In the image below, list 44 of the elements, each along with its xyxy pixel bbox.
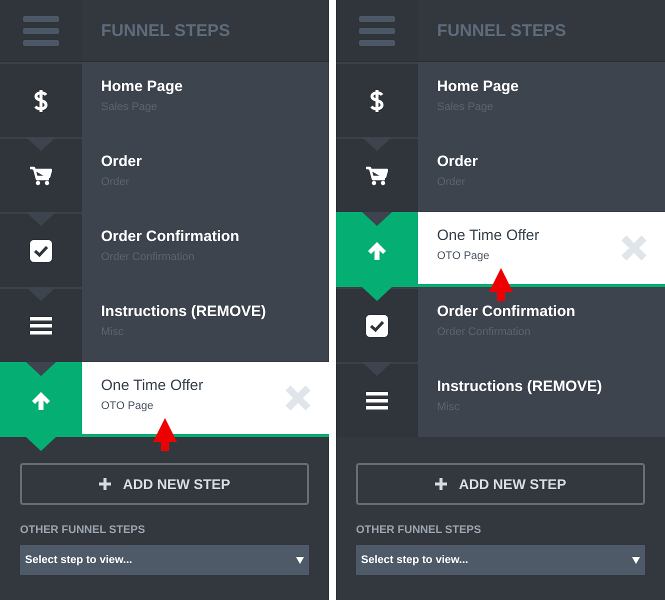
checkbox-icon — [30, 240, 52, 262]
menu-icon[interactable] — [359, 16, 395, 46]
step-title: Instructions (REMOVE) — [437, 378, 604, 395]
checkbox-icon — [366, 314, 388, 336]
arrow-drawing — [153, 418, 177, 451]
dropdown-caret-icon — [296, 556, 304, 564]
step-select[interactable]: Select step to view... — [20, 545, 309, 575]
list-icon — [366, 392, 388, 410]
step-title: Order — [437, 153, 479, 170]
step-title: Home Page — [101, 78, 184, 95]
step-title: Order — [101, 153, 143, 170]
section-label: OTHER FUNNEL STEPS — [356, 524, 482, 536]
step-title: Home Page — [437, 78, 520, 95]
panel-title: FUNNEL STEPS — [101, 20, 230, 40]
pointer-notch-icon — [362, 287, 392, 301]
step-title: One Time Offer — [101, 376, 204, 394]
dropdown-caret-icon — [632, 556, 640, 564]
section-label: OTHER FUNNEL STEPS — [20, 524, 146, 536]
list-icon — [30, 316, 52, 334]
step-type: OTO Page — [101, 400, 154, 412]
up-arrow-icon — [31, 390, 51, 410]
step-title: Order Confirmation — [437, 303, 576, 320]
pointer-notch-icon — [26, 437, 56, 451]
add-step-button[interactable]: ADD NEW STEP — [20, 463, 309, 505]
cart-icon — [30, 166, 52, 186]
arrow-drawing — [489, 268, 513, 301]
panel-title: FUNNEL STEPS — [437, 20, 566, 40]
dollar-icon — [34, 88, 48, 114]
add-step-button[interactable]: ADD NEW STEP — [356, 463, 645, 505]
step-title: Order Confirmation — [101, 228, 240, 245]
up-arrow-icon — [367, 240, 387, 260]
dollar-icon — [370, 88, 384, 114]
pointer-notch-icon — [362, 212, 392, 226]
close-icon[interactable] — [621, 235, 647, 261]
step-type: OTO Page — [437, 250, 490, 262]
close-icon[interactable] — [285, 385, 311, 411]
step-title: One Time Offer — [437, 226, 540, 244]
step-title: Instructions (REMOVE) — [101, 303, 268, 320]
menu-icon[interactable] — [23, 16, 59, 46]
plus-icon — [98, 478, 111, 490]
step-select[interactable]: Select step to view... — [356, 545, 645, 575]
cart-icon — [366, 166, 388, 186]
plus-icon — [434, 478, 447, 490]
pointer-notch-icon — [26, 362, 56, 376]
